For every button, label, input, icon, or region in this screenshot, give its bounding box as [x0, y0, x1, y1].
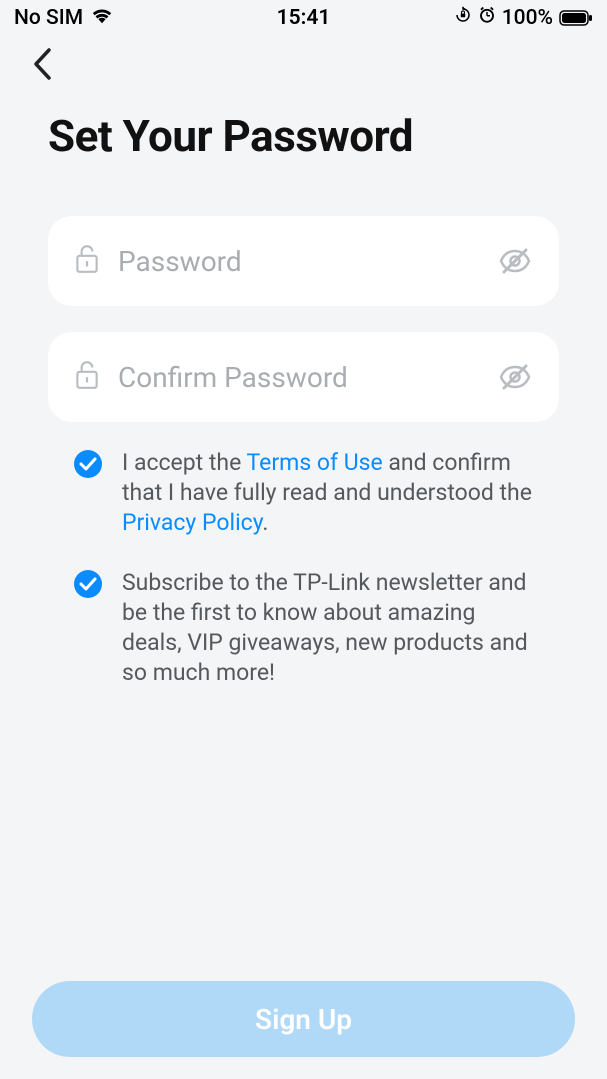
confirm-password-row — [48, 332, 559, 422]
terms-of-use-link[interactable]: Terms of Use — [247, 449, 383, 476]
status-time: 15:41 — [277, 6, 331, 30]
newsletter-text: Subscribe to the TP-Link newsletter and … — [122, 568, 533, 688]
terms-checkbox[interactable] — [74, 450, 102, 478]
status-bar: No SIM 15:41 — [0, 0, 607, 36]
toggle-confirm-visibility[interactable] — [497, 359, 533, 395]
check-icon — [79, 457, 97, 471]
lock-icon — [74, 244, 100, 278]
lock-icon — [74, 360, 100, 394]
orientation-lock-icon — [454, 6, 472, 30]
check-icon — [79, 577, 97, 591]
terms-consent-row: I accept the Terms of Use and confirm th… — [74, 448, 533, 538]
nav-bar — [0, 36, 607, 92]
wifi-icon — [91, 6, 113, 30]
terms-prefix: I accept the — [122, 449, 247, 476]
alarm-icon — [478, 6, 496, 30]
terms-text: I accept the Terms of Use and confirm th… — [122, 448, 533, 538]
terms-suffix: . — [262, 509, 268, 536]
back-button[interactable] — [24, 46, 60, 82]
battery-percent: 100% — [502, 6, 553, 30]
password-input[interactable] — [100, 245, 497, 278]
password-row — [48, 216, 559, 306]
newsletter-consent-row: Subscribe to the TP-Link newsletter and … — [74, 568, 533, 688]
page-title: Set Your Password — [48, 110, 559, 162]
newsletter-checkbox[interactable] — [74, 570, 102, 598]
status-left: No SIM — [14, 6, 113, 30]
eye-off-icon — [498, 363, 532, 391]
sign-up-button[interactable]: Sign Up — [32, 981, 575, 1057]
consent-block: I accept the Terms of Use and confirm th… — [48, 448, 559, 688]
footer: Sign Up — [32, 981, 575, 1057]
chevron-left-icon — [32, 47, 52, 81]
sim-status: No SIM — [14, 6, 83, 30]
eye-off-icon — [498, 247, 532, 275]
status-right: 100% — [454, 6, 593, 30]
content: Set Your Password — [0, 110, 607, 688]
toggle-password-visibility[interactable] — [497, 243, 533, 279]
confirm-password-input[interactable] — [100, 361, 497, 394]
privacy-policy-link[interactable]: Privacy Policy — [122, 509, 262, 536]
battery-icon — [559, 10, 593, 26]
